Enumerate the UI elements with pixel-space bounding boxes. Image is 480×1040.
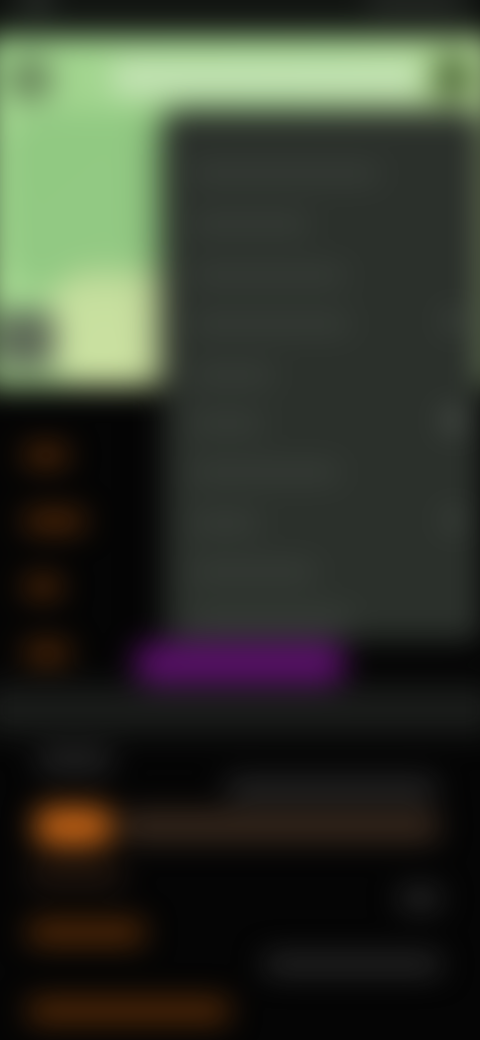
list-item[interactable] — [23, 577, 62, 597]
highlighted-action-button[interactable] — [134, 642, 346, 684]
menu-item[interactable] — [191, 216, 310, 232]
action-link[interactable] — [28, 999, 230, 1023]
menu-item[interactable] — [191, 165, 380, 181]
detail-value — [398, 888, 442, 908]
primary-chip-button[interactable] — [34, 806, 113, 847]
detail-text — [263, 954, 442, 974]
context-menu — [163, 110, 480, 641]
list-item[interactable] — [23, 642, 71, 663]
list-item[interactable] — [23, 511, 86, 531]
app-screen — [0, 0, 480, 1040]
menu-item[interactable] — [191, 416, 264, 431]
section-meta — [225, 778, 438, 798]
menu-item[interactable] — [191, 611, 353, 626]
player-control-icon[interactable] — [0, 310, 56, 370]
status-icons — [367, 0, 463, 10]
menu-item[interactable] — [191, 267, 346, 283]
action-link[interactable] — [28, 920, 145, 944]
channel-avatar-icon[interactable] — [6, 55, 54, 103]
list-item[interactable] — [23, 445, 69, 465]
divider-strip — [0, 685, 480, 735]
menu-item[interactable] — [191, 515, 260, 531]
section-label — [36, 751, 113, 771]
menu-item[interactable] — [191, 464, 340, 480]
menu-item-icon — [445, 411, 463, 429]
menu-item[interactable] — [191, 367, 274, 383]
more-options-icon[interactable] — [430, 53, 476, 101]
video-title-strip — [112, 59, 421, 97]
menu-item[interactable] — [191, 316, 351, 332]
menu-item[interactable] — [191, 564, 317, 580]
blurred-content — [0, 0, 480, 1040]
menu-item-icon — [445, 511, 463, 529]
status-bar — [0, 0, 480, 37]
menu-item-icon — [445, 312, 463, 330]
detail-line — [28, 865, 124, 885]
status-indicator-icon — [25, 0, 50, 12]
chip-row[interactable] — [121, 811, 440, 842]
